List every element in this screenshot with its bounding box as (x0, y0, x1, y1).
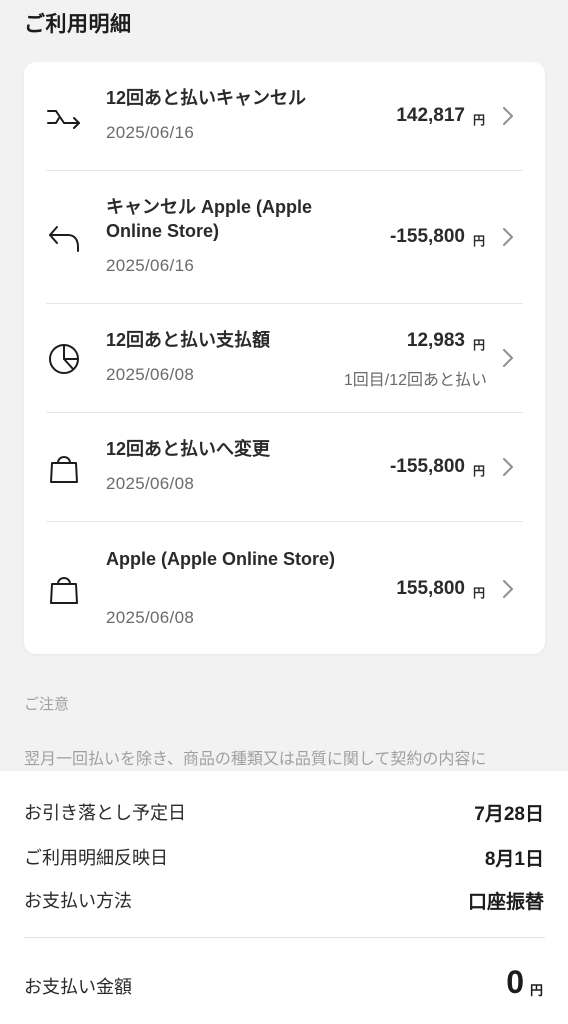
transaction-row-apple-purchase[interactable]: Apple (Apple Online Store) 2025/06/08 15… (46, 522, 523, 654)
chevron-right-icon (501, 348, 515, 368)
currency-unit: 円 (472, 113, 485, 127)
currency-unit: 円 (472, 464, 485, 478)
debit-date-value: 7月28日 (474, 804, 544, 825)
transaction-date: 2025/06/16 (106, 123, 195, 142)
transaction-row-installment-change[interactable]: 12回あと払いへ変更 2025/06/08 -155,800 円 (46, 413, 523, 522)
currency-unit: 円 (529, 983, 543, 998)
transaction-row-installment-payment[interactable]: 12回あと払い支払額 2025/06/08 12,983 円 1回目/12回あと… (46, 304, 523, 413)
transaction-title: 12回あと払いへ変更 (106, 439, 271, 459)
transaction-list: 12回あと払いキャンセル 2025/06/16 142,817 円 キャンセル … (24, 62, 545, 654)
reflect-date-value: 8月1日 (484, 849, 544, 870)
payment-method-value: 口座振替 (467, 892, 544, 913)
transaction-amount: 12,983 (406, 330, 465, 351)
chevron-right-icon (501, 579, 515, 599)
chevron-right-icon (501, 457, 515, 477)
currency-unit: 円 (472, 338, 485, 352)
divider (24, 937, 545, 938)
undo-arrow-icon (46, 219, 82, 255)
transaction-amount: -155,800 (389, 226, 465, 247)
payment-method-label: お支払い方法 (24, 891, 132, 911)
transaction-title: 12回あと払い支払額 (106, 330, 271, 350)
transaction-amount: 155,800 (396, 578, 465, 599)
chevron-right-icon (501, 227, 515, 247)
transaction-date: 2025/06/16 (106, 256, 195, 275)
split-arrow-icon (46, 99, 82, 135)
currency-unit: 円 (472, 586, 485, 600)
transaction-row-installment-cancel[interactable]: 12回あと払いキャンセル 2025/06/16 142,817 円 (46, 62, 523, 171)
debit-date-label: お引き落とし予定日 (24, 803, 186, 823)
payment-summary: お引き落とし予定日 7月28日 ご利用明細反映日 8月1日 お支払い方法 口座振… (0, 771, 568, 1024)
transaction-title: Apple (Apple Online Store) (106, 549, 336, 569)
transaction-row-cancel-apple[interactable]: キャンセル Apple (Apple Online Store) 2025/06… (46, 171, 523, 304)
pie-chart-icon (46, 341, 82, 377)
transaction-title: キャンセル Apple (Apple Online Store) (106, 197, 312, 241)
chevron-right-icon (501, 106, 515, 126)
transaction-title: 12回あと払いキャンセル (106, 88, 307, 108)
notice-text: 翌月一回払いを除き、商品の種類又は品質に関して契約の内容に (24, 751, 487, 768)
transaction-amount: 142,817 (396, 105, 465, 126)
transaction-amount: -155,800 (389, 456, 465, 477)
total-amount-label: お支払い金額 (24, 977, 132, 997)
currency-unit: 円 (472, 234, 485, 248)
installment-count: 1回目/12回あと払い (343, 372, 487, 389)
shopping-bag-icon (46, 450, 82, 486)
shopping-bag-icon (46, 571, 82, 607)
total-amount-value: 0 (506, 964, 524, 1000)
page-title: ご利用明細 (24, 13, 132, 36)
transaction-date: 2025/06/08 (106, 608, 195, 627)
transaction-date: 2025/06/08 (106, 474, 195, 493)
transaction-date: 2025/06/08 (106, 365, 195, 384)
reflect-date-label: ご利用明細反映日 (24, 848, 168, 868)
notice-label: ご注意 (24, 696, 70, 713)
